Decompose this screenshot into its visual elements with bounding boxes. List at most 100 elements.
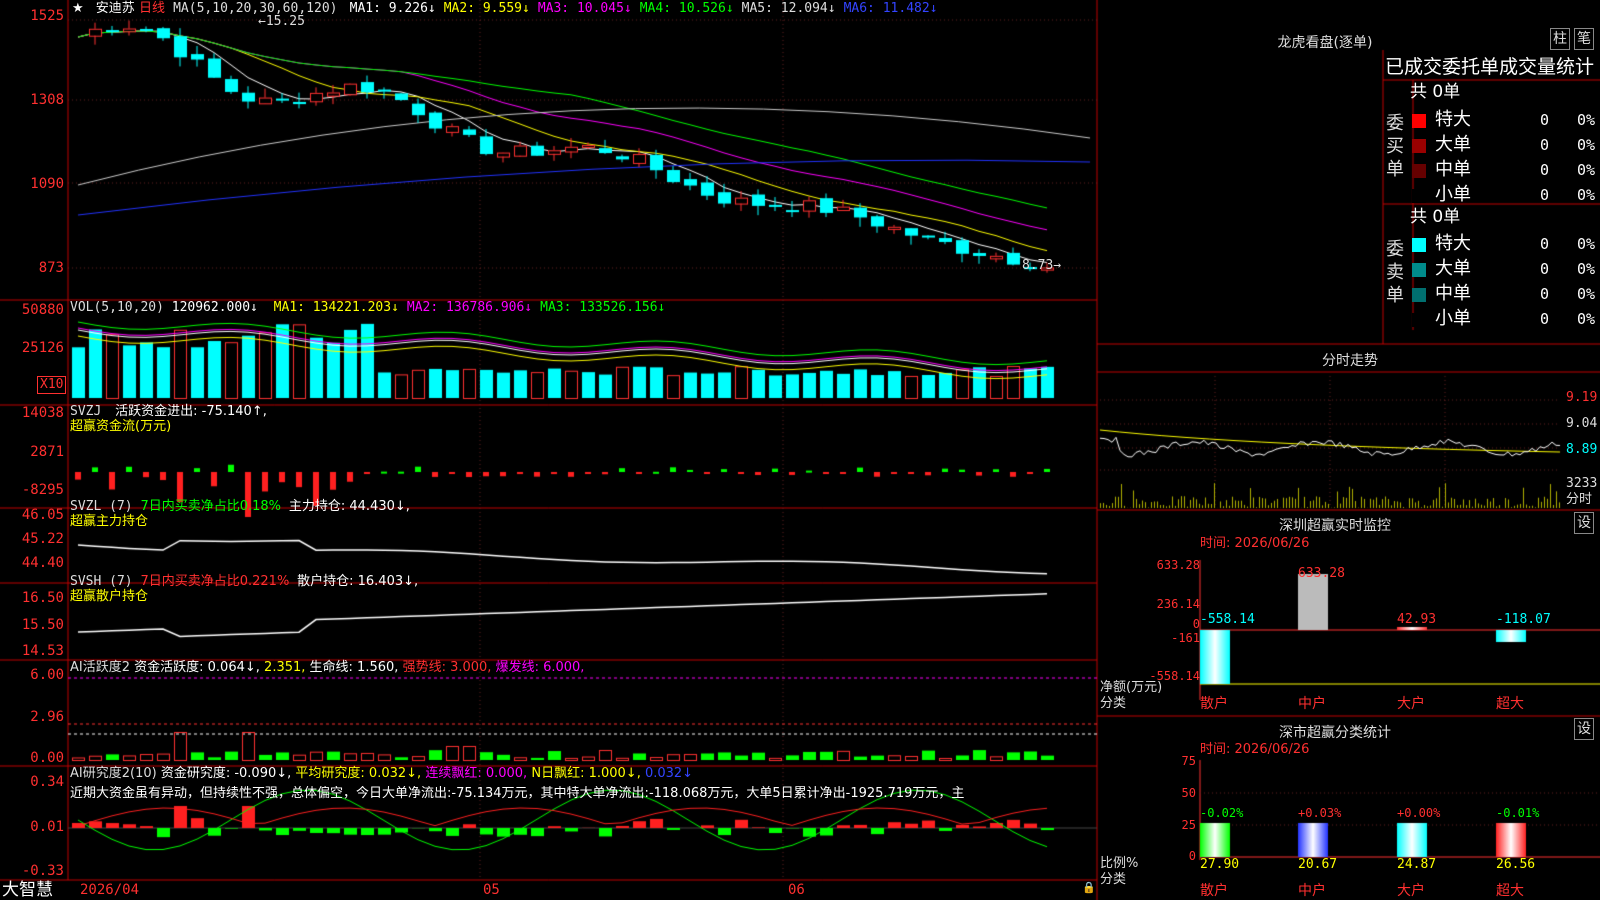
svzj-header: SVZJ 活跃资金进出: -75.140↑, [70, 404, 267, 420]
vol-unit-badge[interactable]: X10 [37, 376, 67, 394]
sz2-title: 深市超赢分类统计 [1279, 725, 1391, 741]
row-pct-sell-1: 0% [1577, 260, 1596, 278]
row-count-sell-0: 0 [1540, 235, 1550, 253]
ai1-axis-1: 6.00 [30, 667, 64, 683]
sell-side-label: 委卖单 [1386, 239, 1404, 306]
brand-logo: 大智慧 [2, 880, 53, 900]
chart-canvas[interactable] [0, 0, 1600, 900]
ai2-b: 平均研究度: 0.032↓, [295, 766, 422, 781]
swatch-sell-1 [1412, 263, 1426, 277]
ai2-d: N日飘红: 1.000↓, [531, 766, 641, 781]
ai1-e: 爆发线: 6.000, [495, 660, 585, 675]
sz1-ylabel: 净额(万元) [1100, 680, 1163, 695]
lhb-header: 已成交委托单成交量统计 [1385, 56, 1595, 78]
svsh-subtitle: 超赢散户持仓 [70, 589, 149, 604]
stock-name[interactable]: 安迪苏 [96, 1, 135, 16]
date-tick-3: 06 [788, 882, 805, 898]
row-count-buy-3: 0 [1540, 186, 1550, 204]
sz2-cat-3: 超大 [1496, 883, 1524, 899]
fenshi-vol-axis: 3233 [1566, 476, 1598, 491]
sz2-pct-3: -0.01% [1496, 806, 1540, 820]
fenshi-title: 分时走势 [1322, 353, 1378, 369]
sz1-cat-0: 散户 [1200, 696, 1228, 712]
svzl-axis-3: 44.40 [21, 555, 64, 571]
sz2-pct-1: +0.03% [1298, 806, 1342, 820]
row-count-buy-2: 0 [1540, 161, 1550, 179]
svsh-name: SVSH (7) [70, 574, 133, 589]
sz1-title: 深圳超赢实时监控 [1279, 518, 1391, 534]
sell-total: 共 0单 [1410, 207, 1461, 227]
row-count-buy-1: 0 [1540, 136, 1550, 154]
svzj-desc: 活跃资金进出: -75.140↑, [115, 404, 267, 419]
row-count-sell-2: 0 [1540, 285, 1550, 303]
ai2-axis-1: 0.34 [30, 774, 64, 790]
ma-value-6: MA6: 11.482↓ [843, 1, 938, 16]
row-label-buy-3: 小单 [1435, 184, 1471, 205]
sz1-value-2: 42.93 [1397, 612, 1437, 627]
row-label-sell-3: 小单 [1435, 308, 1471, 329]
ai1-name: AI活跃度2 [70, 660, 130, 675]
svsh-axis-1: 16.50 [21, 590, 64, 606]
star-icon: ★ [72, 1, 84, 16]
sz1-cat-2: 大户 [1397, 696, 1425, 712]
tick-mode-button[interactable]: 笔 [1574, 28, 1594, 50]
svsh-header: SVSH (7) 7日内买卖净占比0.221% 散户持仓: 16.403↓, [70, 574, 418, 590]
sz2-time: 时间: 2026/06/26 [1200, 742, 1310, 757]
svsh-ratio: 7日内买卖净占比0.221% [140, 574, 290, 589]
swatch-sell-2 [1412, 288, 1426, 302]
row-count-sell-3: 0 [1540, 310, 1550, 328]
sz1-yaxis-1: 236.14 [1156, 597, 1200, 611]
sz2-yaxis-0: 75 [1181, 754, 1196, 768]
ai1-a: 资金活跃度: 0.064↓, [134, 660, 260, 675]
sz1-value-1: 633.28 [1298, 566, 1345, 581]
sz2-ylabel: 比例% [1100, 856, 1139, 871]
swatch-buy-0 [1412, 114, 1426, 128]
row-pct-sell-0: 0% [1577, 235, 1596, 253]
sz2-value-0: 27.90 [1200, 857, 1240, 872]
row-label-buy-2: 中单 [1435, 159, 1471, 180]
sz1-settings-button[interactable]: 设 [1574, 512, 1594, 534]
svsh-axis-2: 15.50 [21, 617, 64, 633]
ma-value-5: MA5: 12.094↓ [741, 1, 836, 16]
sz2-yaxis-2: 25 [1181, 818, 1196, 832]
svzl-header: SVZL (7) 7日内买卖净占比0.18% 主力持仓: 44.430↓, [70, 499, 410, 515]
svzl-hold: 主力持仓: 44.430↓, [288, 499, 410, 514]
sz2-xlabel: 分类 [1100, 872, 1127, 887]
sz2-yaxis-1: 50 [1181, 786, 1196, 800]
sz1-value-3: -118.07 [1496, 612, 1551, 627]
vol-label: VOL(5,10,20) [70, 300, 164, 315]
fenshi-label: 分时 [1566, 492, 1593, 507]
column-mode-button[interactable]: 柱 [1550, 28, 1570, 50]
row-pct-buy-1: 0% [1577, 136, 1596, 154]
swatch-buy-2 [1412, 164, 1426, 178]
svzl-axis-2: 45.22 [21, 531, 64, 547]
svzl-name: SVZL (7) [70, 499, 133, 514]
lock-icon[interactable]: 🔒 [1082, 880, 1096, 896]
swatch-buy-1 [1412, 139, 1426, 153]
svzj-name: SVZJ [70, 404, 102, 419]
lhb-title: 龙虎看盘(逐单) [1277, 35, 1373, 51]
vol-ma-value-3: MA3: 133526.156↓ [540, 300, 666, 315]
row-label-sell-2: 中单 [1435, 283, 1471, 304]
ma-value-4: MA4: 10.526↓ [639, 1, 734, 16]
sz2-cat-2: 大户 [1397, 883, 1425, 899]
kline-axis-3: 1090 [30, 176, 64, 192]
ma-label: MA(5,10,20,30,60,120) [173, 1, 338, 16]
swatch-sell-0 [1412, 238, 1426, 252]
sz2-settings-button[interactable]: 设 [1574, 718, 1594, 740]
sz2-value-1: 20.67 [1298, 857, 1338, 872]
row-pct-buy-3: 0% [1577, 186, 1596, 204]
ai1-axis-3: 0.00 [30, 750, 64, 766]
ai1-d: 强势线: 3.000, [402, 660, 492, 675]
swatch-sell-3 [1412, 313, 1426, 327]
ai2-header: AI研究度2(10) 资金研究度: -0.090↓, 平均研究度: 0.032↓… [70, 766, 693, 782]
ai2-comment: 近期大资金虽有异动，但持续性不强，总体偏空，今日大单净流出:-75.134万元，… [70, 786, 965, 801]
svzl-ratio: 7日内买卖净占比0.18% [140, 499, 282, 514]
svzj-axis-3: -8295 [21, 482, 64, 498]
ai2-e: 0.032↓ [644, 766, 694, 781]
low-price-label: 8.73→ [1022, 258, 1062, 273]
svzl-axis-1: 46.05 [21, 507, 64, 523]
ma-value-1: MA1: 9.226↓ [349, 1, 436, 16]
period-label[interactable]: 日线 [139, 1, 165, 16]
ai2-axis-2: 0.01 [30, 819, 64, 835]
